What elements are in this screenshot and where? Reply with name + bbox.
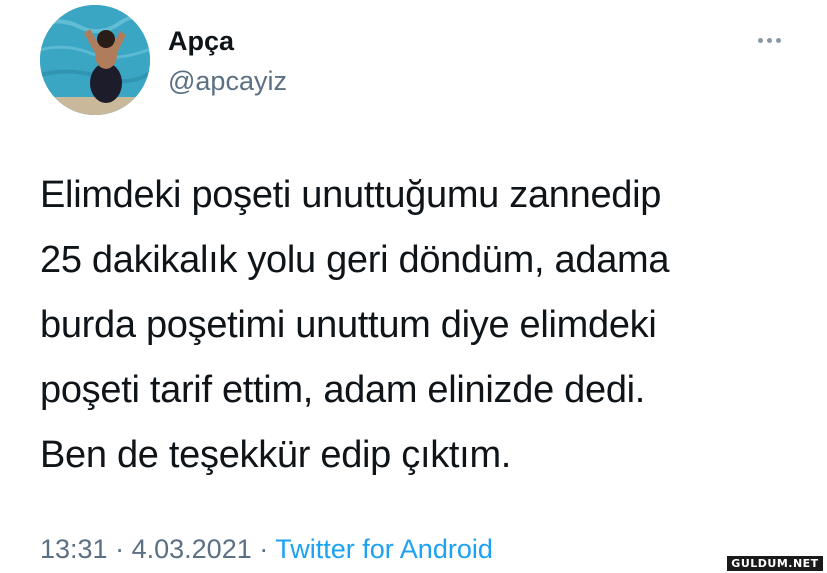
tweet-time[interactable]: 13:31 <box>40 534 108 564</box>
tweet-text-line: poşeti tarif ettim, adam elinizde dedi. <box>40 369 646 411</box>
tweet-text-line: 25 dakikalık yolu geri döndüm, adama <box>40 239 670 281</box>
tweet-text-line: burda poşetimi unuttum diye elimdeki <box>40 304 657 346</box>
more-horizontal-icon[interactable] <box>752 30 786 50</box>
tweet-text: Elimdeki poşeti unuttuğumu zannedip 25 d… <box>40 163 800 488</box>
tweet-card: Apça @apcayiz Elimdeki poşeti unuttuğumu… <box>0 0 827 573</box>
more-dot <box>775 37 781 43</box>
avatar[interactable] <box>40 5 150 115</box>
more-dot <box>766 37 772 43</box>
meta-separator: · <box>259 534 269 564</box>
tweet-meta: 13:31 · 4.03.2021 · Twitter for Android <box>40 532 493 566</box>
more-dot <box>757 37 763 43</box>
meta-separator: · <box>115 534 125 564</box>
watermark: GULDUM.NET <box>727 556 823 571</box>
tweet-date[interactable]: 4.03.2021 <box>132 534 252 564</box>
avatar-photo <box>40 5 150 115</box>
tweet-text-line: Elimdeki poşeti unuttuğumu zannedip <box>40 174 662 216</box>
tweet-source-link[interactable]: Twitter for Android <box>275 534 493 564</box>
author-display-name[interactable]: Apça <box>168 24 234 58</box>
tweet-text-line: Ben de teşekkür edip çıktım. <box>40 434 512 476</box>
author-handle[interactable]: @apcayiz <box>168 64 287 98</box>
